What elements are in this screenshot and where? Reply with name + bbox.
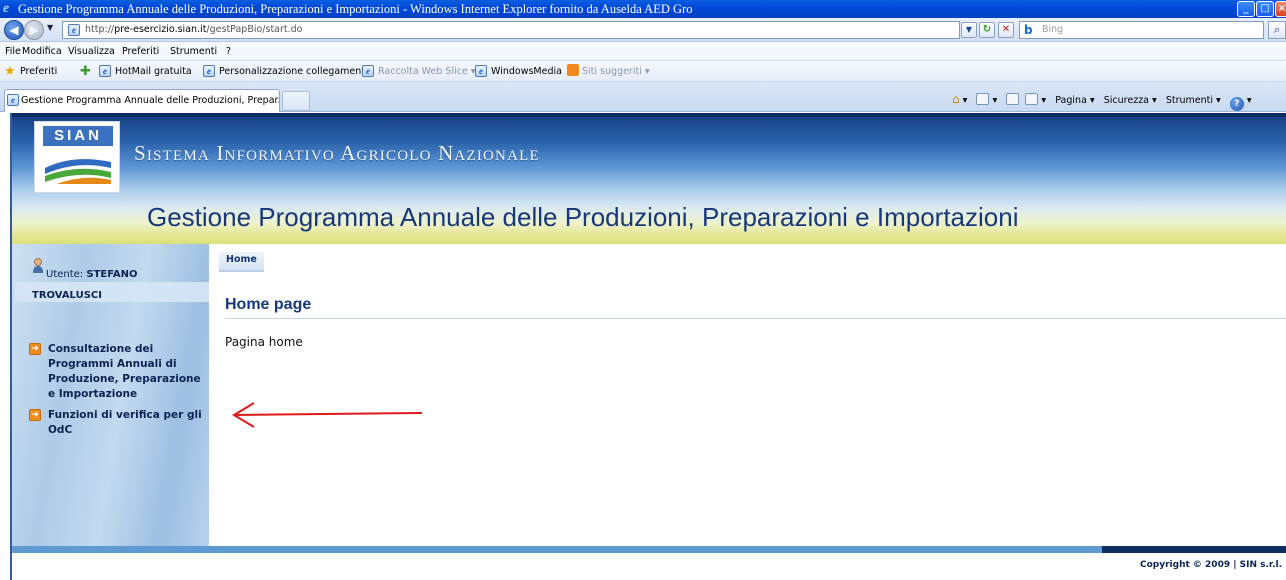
page-icon: e	[99, 65, 111, 77]
red-arrow-annotation	[232, 402, 423, 428]
url-prefix: http://	[85, 24, 115, 35]
back-button[interactable]: ◀	[4, 20, 24, 40]
menu-help[interactable]: ?	[226, 42, 231, 61]
address-row: ◀ ▶ ▼ e http://pre-esercizio.sian.it/ges…	[0, 18, 1286, 42]
fav-web-slice[interactable]: Raccolta Web Slice ▾	[378, 61, 476, 82]
fav-personalizzazione[interactable]: Personalizzazione collegamenti	[219, 61, 368, 82]
nav-consultazione[interactable]: ➜ Consultazione dei Programmi Annuali di…	[29, 342, 207, 402]
page-icon: e	[362, 65, 374, 77]
address-dropdown-icon[interactable]: ▼	[961, 22, 977, 38]
sicurezza-menu[interactable]: Sicurezza ▾	[1104, 95, 1157, 106]
help-icon[interactable]: ?	[1229, 97, 1244, 111]
arrow-right-icon: ➜	[29, 343, 41, 355]
feeds-icon[interactable]	[976, 93, 990, 105]
menu-file[interactable]: File	[5, 42, 21, 61]
tab-active[interactable]: e Gestione Programma Annuale delle Produ…	[4, 89, 280, 112]
mail-icon[interactable]	[1006, 93, 1020, 105]
system-name: Sistema Informativo Agricolo Nazionale	[134, 141, 540, 165]
close-button[interactable]: ×	[1275, 1, 1286, 17]
ie-icon: e	[3, 1, 10, 16]
fav-hotmail[interactable]: HotMail gratuita	[115, 61, 192, 82]
tab-row: e Gestione Programma Annuale delle Produ…	[0, 82, 1286, 112]
footer-bar	[12, 546, 1286, 553]
sian-logo-waves-icon	[45, 159, 111, 184]
breadcrumb-home[interactable]: Home	[219, 252, 264, 272]
strumenti-menu[interactable]: Strumenti ▾	[1166, 95, 1221, 106]
command-bar: ⌂ ▾ ▾ ▾ Pagina ▾ Sicurezza ▾ Strumenti ▾…	[952, 92, 1252, 111]
print-icon[interactable]	[1025, 93, 1039, 105]
user-label: Utente:	[46, 269, 84, 280]
page-icon: e	[203, 65, 215, 77]
page-viewport: SIAN Sistema Informativo Agricolo Nazion…	[10, 113, 1286, 580]
tab-active-label: Gestione Programma Annuale delle Produzi…	[21, 95, 280, 106]
fav-windowsmedia[interactable]: WindowsMedia	[491, 61, 562, 82]
suggested-sites-icon	[567, 64, 579, 76]
user-first-name: STEFANO	[86, 269, 138, 280]
bing-icon: b	[1024, 23, 1033, 37]
minimize-button[interactable]: _	[1237, 1, 1255, 17]
site-banner: SIAN Sistema Informativo Agricolo Nazion…	[12, 113, 1286, 244]
pagina-menu[interactable]: Pagina ▾	[1055, 95, 1094, 106]
nav-funzioni-label: Funzioni di verifica per gli OdC	[48, 409, 202, 436]
url-host: pre-esercizio.sian.it	[114, 24, 207, 35]
favorites-star-icon: ★	[4, 64, 16, 79]
user-last-name: TROVALUSCI	[32, 290, 102, 301]
address-input[interactable]: e http://pre-esercizio.sian.it/gestPapBi…	[62, 21, 960, 39]
page-title: Home page	[225, 296, 1286, 319]
maximize-button[interactable]: □	[1256, 1, 1274, 17]
history-dropdown-icon[interactable]: ▼	[47, 23, 53, 32]
menu-modifica[interactable]: Modifica	[22, 42, 62, 61]
sidebar: Utente: STEFANO TROVALUSCI ➜ Consultazio…	[12, 244, 209, 546]
stop-icon[interactable]: ✕	[998, 22, 1014, 38]
nav-list: ➜ Consultazione dei Programmi Annuali di…	[29, 342, 207, 444]
window-titlebar: e Gestione Programma Annuale delle Produ…	[0, 0, 1286, 18]
menu-preferiti[interactable]: Preferiti	[122, 42, 159, 61]
page-body-text: Pagina home	[225, 335, 303, 349]
sian-logo: SIAN	[34, 121, 120, 193]
refresh-icon[interactable]: ↻	[979, 22, 995, 38]
favorites-bar: ★ Preferiti ✚ e HotMail gratuita e Perso…	[0, 61, 1286, 82]
url-path: /gestPapBio/start.do	[206, 24, 303, 35]
home-icon[interactable]: ⌂	[952, 92, 960, 106]
app-title: Gestione Programma Annuale delle Produzi…	[147, 202, 1019, 232]
nav-consultazione-label: Consultazione dei Programmi Annuali di P…	[48, 343, 201, 400]
window-title: Gestione Programma Annuale delle Produzi…	[18, 2, 693, 16]
menu-visualizza[interactable]: Visualizza	[68, 42, 115, 61]
fav-siti-label: Siti suggeriti ▾	[582, 66, 650, 77]
page-icon: e	[7, 94, 19, 106]
banner-topline	[12, 113, 1286, 117]
forward-button[interactable]: ▶	[24, 20, 44, 40]
arrow-right-icon: ➜	[29, 409, 41, 421]
menu-strumenti[interactable]: Strumenti	[170, 42, 217, 61]
search-input[interactable]: b Bing	[1019, 21, 1264, 39]
user-info: Utente: STEFANO TROVALUSCI	[32, 264, 182, 306]
new-tab-button[interactable]	[282, 91, 310, 111]
copyright: Copyright © 2009 | SIN s.r.l.	[1140, 560, 1282, 570]
footer-bar-dark	[1102, 546, 1286, 553]
search-placeholder: Bing	[1042, 24, 1064, 35]
sian-logo-text: SIAN	[43, 126, 113, 146]
page-icon: e	[475, 65, 487, 77]
fav-siti-suggeriti[interactable]: Siti suggeriti ▾	[567, 61, 650, 82]
add-favorite-icon[interactable]: ✚	[80, 61, 91, 82]
search-icon[interactable]: ⌕	[1268, 21, 1286, 39]
nav-funzioni-verifica[interactable]: ➜ Funzioni di verifica per gli OdC	[29, 408, 207, 438]
main-content: Home Home page Pagina home	[209, 244, 1286, 546]
page-icon: e	[68, 24, 80, 36]
favorites-button[interactable]: Preferiti	[20, 61, 57, 82]
menu-bar: File Modifica Visualizza Preferiti Strum…	[0, 42, 1286, 61]
